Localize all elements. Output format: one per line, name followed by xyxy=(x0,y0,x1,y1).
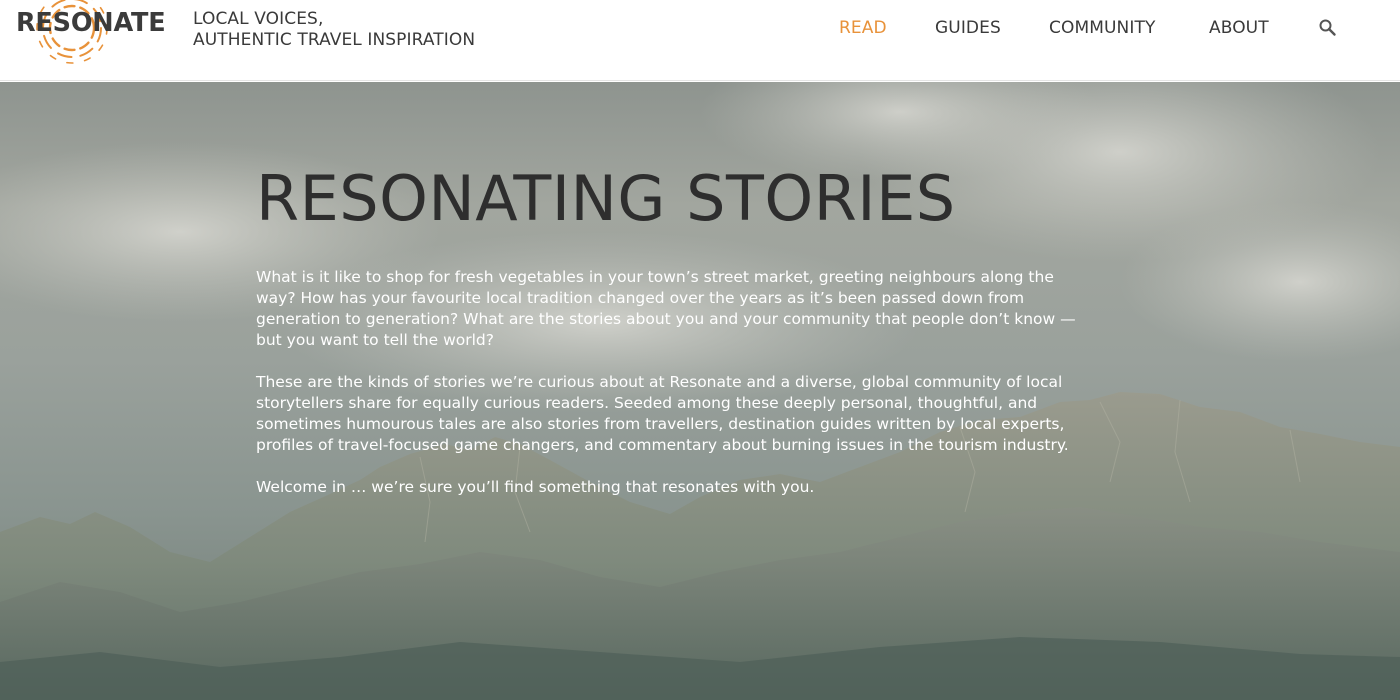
page-title: RESONATING STORIES xyxy=(256,162,956,235)
intro-text: What is it like to shop for fresh vegeta… xyxy=(256,267,1096,519)
site-header: RESONATE LOCAL VOICES, AUTHENTIC TRAVEL … xyxy=(0,0,1400,81)
hero-section: RESONATING STORIES What is it like to sh… xyxy=(0,82,1400,700)
nav-item-guides[interactable]: GUIDES xyxy=(935,18,1001,38)
nav-item-about[interactable]: ABOUT xyxy=(1209,18,1269,38)
intro-paragraph-3: Welcome in … we’re sure you’ll find some… xyxy=(256,478,815,496)
nav-item-community[interactable]: COMMUNITY xyxy=(1049,18,1155,38)
intro-paragraph-2: These are the kinds of stories we’re cur… xyxy=(256,373,1069,454)
search-icon[interactable] xyxy=(1318,18,1338,38)
nav-item-read[interactable]: READ xyxy=(839,18,887,38)
main-nav: READ GUIDES COMMUNITY ABOUT xyxy=(0,18,1400,42)
intro-paragraph-1: What is it like to shop for fresh vegeta… xyxy=(256,268,1076,349)
